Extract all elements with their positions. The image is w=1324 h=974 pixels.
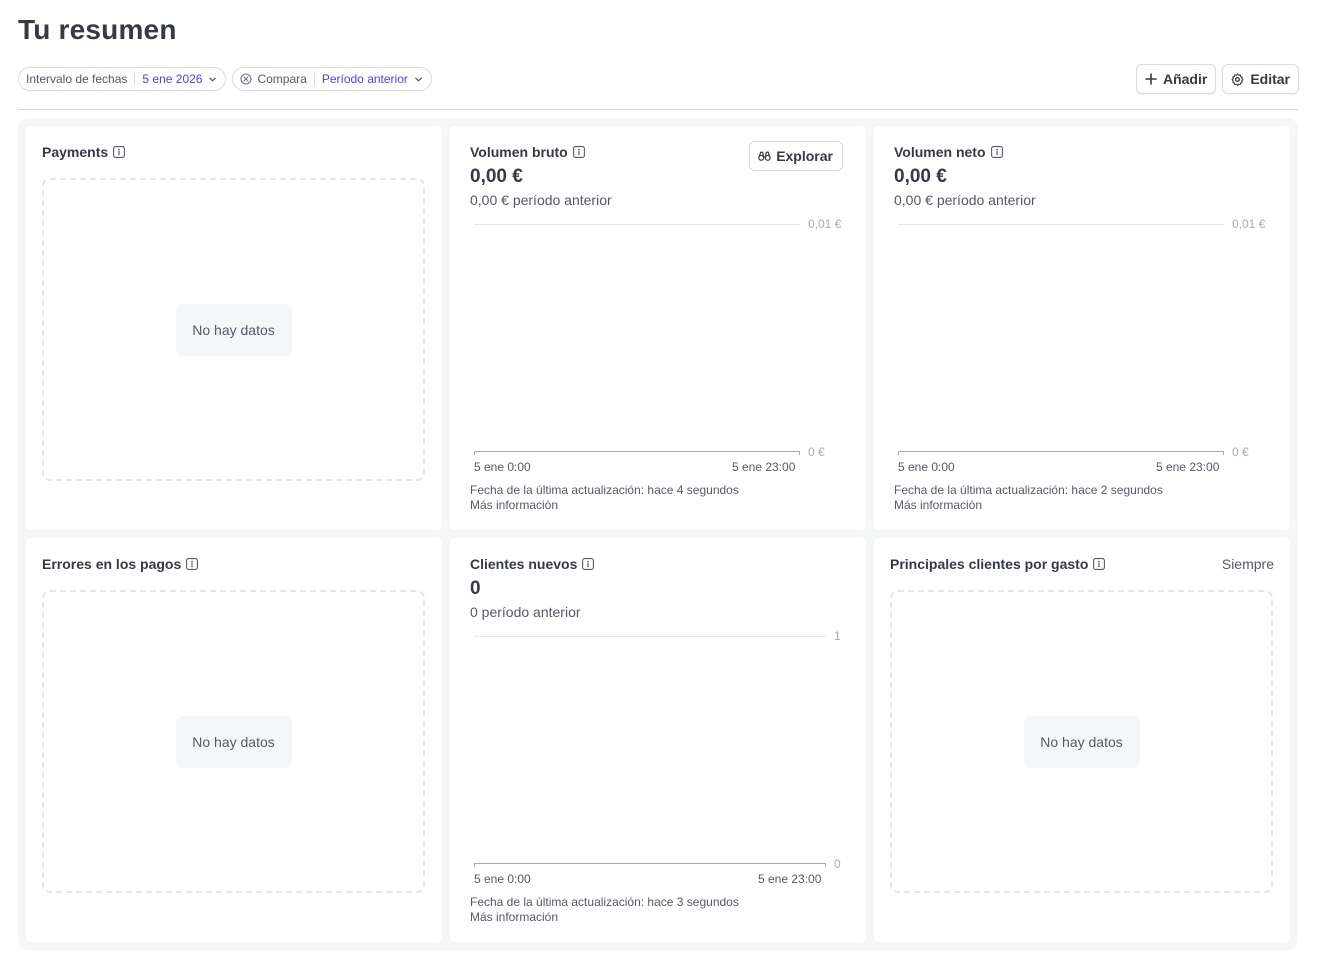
empty-state: No hay datos (42, 178, 425, 481)
no-data-badge: No hay datos (1023, 715, 1140, 768)
x-axis-tick (474, 863, 475, 867)
chart-baseline (898, 451, 1224, 452)
x-axis-tick (898, 451, 899, 455)
chart-gridline (474, 224, 800, 225)
x-axis-end-label: 5 ene 23:00 (1156, 460, 1220, 474)
header-actions: Añadir Editar (1135, 64, 1299, 94)
x-axis-start-label: 5 ene 0:00 (898, 460, 955, 474)
gross-volume-card: Volumen bruto Explorar 0,00 € 0,00 € per… (450, 126, 866, 530)
no-data-badge: No hay datos (175, 715, 292, 768)
y-axis-min-label: 0 € (1232, 445, 1249, 459)
no-data-badge: No hay datos (175, 303, 292, 356)
last-updated-text: Fecha de la última actualización: hace 4… (470, 483, 739, 497)
plus-icon (1145, 73, 1157, 85)
new-customers-card: Clientes nuevos 0 0 período anterior 1 0… (450, 538, 866, 942)
more-info-link[interactable]: Más información (470, 910, 558, 924)
y-axis-min-label: 0 (834, 857, 841, 871)
compare-value: Período anterior (321, 72, 408, 86)
gear-icon (1231, 73, 1244, 86)
empty-state: No hay datos (42, 590, 425, 893)
chevron-down-icon (208, 75, 217, 84)
x-axis-tick (825, 863, 826, 867)
payment-errors-card: Errores en los pagos No hay datos (26, 538, 442, 942)
edit-button-label: Editar (1250, 71, 1290, 87)
net-volume-card: Volumen neto 0,00 € 0,00 € período anter… (874, 126, 1290, 530)
x-axis-start-label: 5 ene 0:00 (474, 872, 531, 886)
card-title-text: Errores en los pagos (42, 556, 182, 572)
y-axis-max-label: 1 (834, 629, 841, 643)
net-volume-chart: 0,01 € 0 € 5 ene 0:00 5 ene 23:00 (874, 126, 1290, 530)
pill-separator (134, 73, 136, 85)
page-title: Tu resumen (18, 14, 177, 45)
x-axis-tick (1223, 451, 1224, 455)
empty-state: No hay datos (890, 590, 1273, 893)
chart-gridline (898, 224, 1224, 225)
period-selector[interactable]: Siempre (1222, 556, 1274, 572)
compare-label: Compara (257, 72, 307, 86)
more-info-link[interactable]: Más información (894, 498, 982, 512)
y-axis-min-label: 0 € (808, 445, 825, 459)
info-icon[interactable] (113, 146, 126, 158)
edit-button[interactable]: Editar (1222, 64, 1299, 94)
gross-volume-chart: 0,01 € 0 € 5 ene 0:00 5 ene 23:00 (450, 126, 866, 530)
compare-filter[interactable]: Compara Período anterior (232, 67, 432, 91)
date-range-filter[interactable]: Intervalo de fechas 5 ene 2026 (18, 67, 227, 91)
new-customers-chart: 1 0 5 ene 0:00 5 ene 23:00 (450, 538, 866, 942)
card-title-text: Principales clientes por gasto (890, 556, 1089, 572)
close-circle-icon[interactable] (240, 73, 253, 85)
card-title: Errores en los pagos (42, 556, 199, 572)
info-icon[interactable] (186, 558, 199, 570)
x-axis-tick (799, 451, 800, 455)
x-axis-start-label: 5 ene 0:00 (474, 460, 531, 474)
x-axis-end-label: 5 ene 23:00 (732, 460, 796, 474)
card-title: Payments (42, 144, 126, 160)
y-axis-max-label: 0,01 € (808, 217, 842, 231)
filter-bar: Intervalo de fechas 5 ene 2026 Compara P… (18, 67, 432, 91)
card-title-text: Payments (42, 144, 109, 160)
last-updated-text: Fecha de la última actualización: hace 3… (470, 895, 739, 909)
x-axis-tick (474, 451, 475, 455)
chevron-down-icon (414, 75, 423, 84)
last-updated-text: Fecha de la última actualización: hace 2… (894, 483, 1163, 497)
payments-card: Payments No hay datos (26, 126, 442, 530)
x-axis-end-label: 5 ene 23:00 (758, 872, 822, 886)
y-axis-max-label: 0,01 € (1232, 217, 1266, 231)
date-range-value: 5 ene 2026 (142, 72, 203, 86)
chart-gridline (474, 636, 826, 637)
date-range-label: Intervalo de fechas (26, 72, 128, 86)
add-button[interactable]: Añadir (1135, 64, 1217, 94)
add-button-label: Añadir (1162, 71, 1208, 87)
chart-baseline (474, 863, 826, 864)
info-icon[interactable] (1093, 558, 1106, 570)
card-title: Principales clientes por gasto (890, 556, 1106, 572)
chart-baseline (474, 451, 800, 452)
top-customers-card: Principales clientes por gasto Siempre N… (874, 538, 1290, 942)
more-info-link[interactable]: Más información (470, 498, 558, 512)
header-divider (18, 109, 1298, 110)
pill-separator (313, 73, 315, 85)
